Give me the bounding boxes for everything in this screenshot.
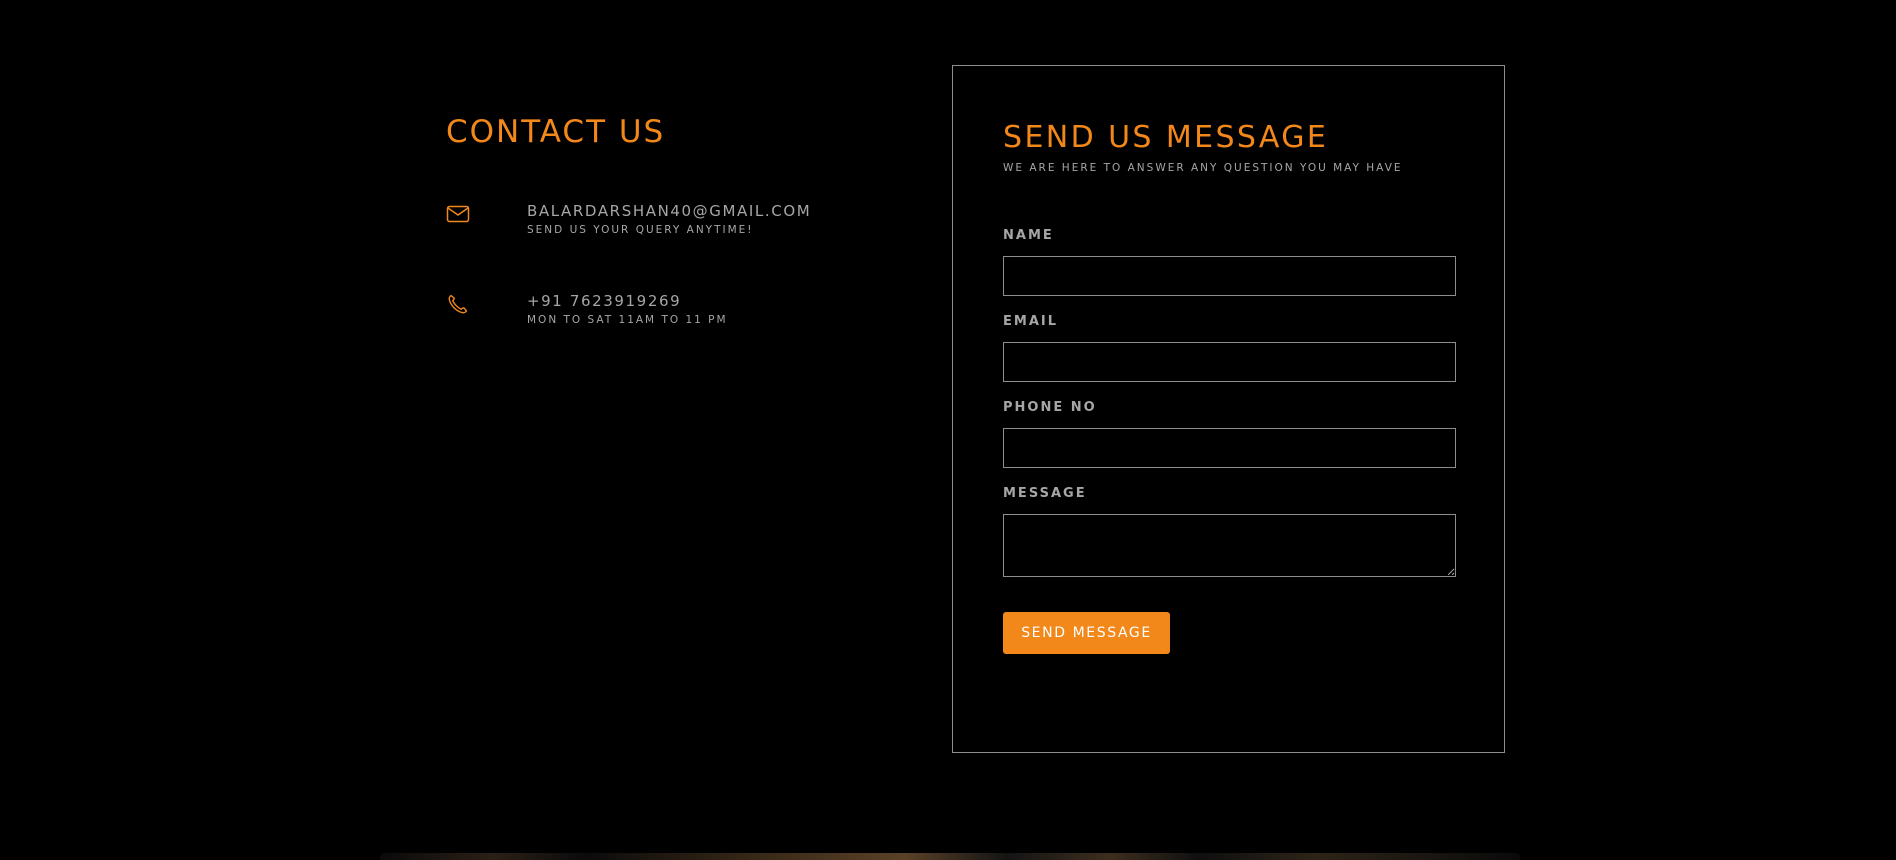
- message-label: MESSAGE: [1003, 486, 1087, 501]
- form-subtitle: WE ARE HERE TO ANSWER ANY QUESTION YOU M…: [1003, 162, 1403, 174]
- contact-email-link[interactable]: BALARDARSHAN40@GMAIL.COM: [527, 202, 811, 220]
- contact-phone-note: MON TO SAT 11AM TO 11 PM: [527, 314, 728, 326]
- phone-input[interactable]: [1003, 428, 1456, 468]
- send-message-button[interactable]: SEND MESSAGE: [1003, 612, 1170, 654]
- form-title: SEND US MESSAGE: [1003, 120, 1329, 155]
- phone-label: PHONE NO: [1003, 400, 1097, 415]
- contact-phone-link[interactable]: +91 7623919269: [527, 292, 681, 310]
- message-textarea[interactable]: [1003, 514, 1456, 577]
- email-input[interactable]: [1003, 342, 1456, 382]
- email-label: EMAIL: [1003, 314, 1058, 329]
- envelope-icon: [446, 202, 470, 226]
- name-input[interactable]: [1003, 256, 1456, 296]
- contact-title: CONTACT US: [446, 114, 666, 150]
- message-form: SEND US MESSAGE WE ARE HERE TO ANSWER AN…: [952, 65, 1505, 753]
- footer-image-strip: [380, 853, 1520, 860]
- name-label: NAME: [1003, 228, 1054, 243]
- contact-section: CONTACT US BALARDARSHAN40@GMAIL.COM SEND…: [446, 112, 906, 326]
- contact-email-note: SEND US YOUR QUERY ANYTIME!: [527, 224, 754, 236]
- phone-icon: [446, 292, 470, 316]
